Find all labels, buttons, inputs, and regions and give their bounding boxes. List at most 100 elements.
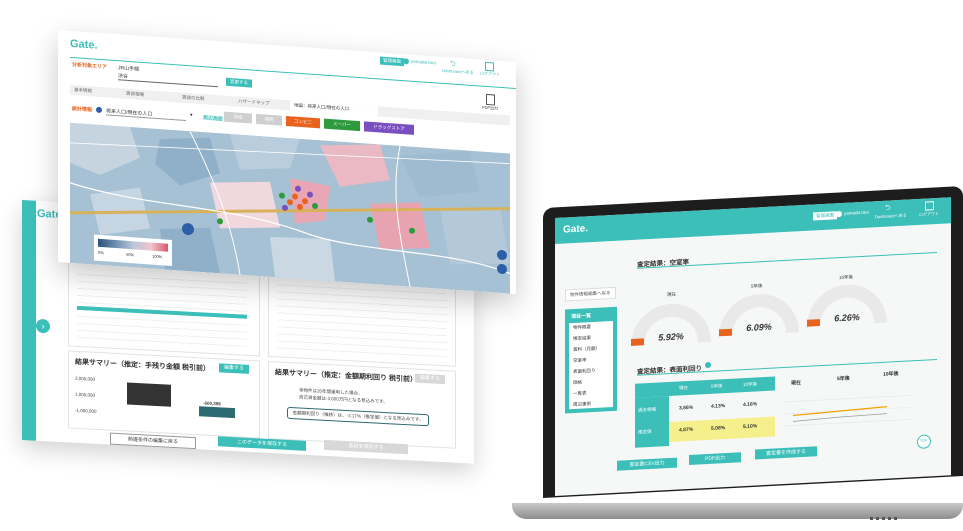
gauge-label-now: 現在 <box>667 291 676 298</box>
chart-col-now: 現在 <box>791 380 802 387</box>
chart-col-10y: 10年後 <box>883 370 899 378</box>
scroll-top-button[interactable]: TOP <box>917 434 931 450</box>
summary-bar-label: -600,398 <box>203 400 221 407</box>
tab-map-population[interactable]: 地図：将来人口/現在の人口 <box>290 100 378 117</box>
export-csv-button[interactable]: 査定書CSV出力 <box>617 457 677 471</box>
yield-row-estimate-label: 推定値 <box>638 428 652 435</box>
gauge-vacancy-10y: 6.26% <box>807 282 887 327</box>
area-label: 分析対象エリア <box>72 61 108 71</box>
tab-basic[interactable]: 基本情報 <box>70 85 124 99</box>
user-name[interactable]: yamada taro <box>411 59 436 66</box>
legend-mid: 50% <box>126 251 135 258</box>
sidebar-title: 項目一覧 <box>571 313 592 321</box>
legend-gradient <box>98 238 168 252</box>
yield-table: 現在 5年後 10年後 過去相場 3.86% 4.13% 4.16% 推定値 4… <box>635 376 775 448</box>
sidebar-item-table[interactable]: 一覧表 <box>573 390 587 397</box>
admin-badge[interactable]: 管理画面 <box>380 56 404 67</box>
sidebar-item-estimate[interactable]: 推定結果 <box>573 335 591 342</box>
logout-link[interactable]: ログアウト <box>480 71 500 78</box>
sidebar-item-cases[interactable]: 周辺事例 <box>573 401 591 408</box>
sidebar-item-rent[interactable]: 賃料（月額） <box>573 346 600 353</box>
yield-past-10y: 4.16% <box>743 401 758 409</box>
sidebar-toggle-icon[interactable]: › <box>36 318 50 334</box>
laptop-screen: Gate. 管理画面 yamada taro ⮌ Dashboardへ戻る ログ… <box>555 197 951 496</box>
sidebar-list: 物件概要 推定結果 賃料（月額） 空室率 表面利回り 価格 一覧表 周辺事例 <box>569 320 613 410</box>
pdf-label[interactable]: PDF出力 <box>482 105 498 112</box>
sidebar-item-yield[interactable]: 表面利回り <box>573 368 596 375</box>
facility-label: 周辺施設 <box>203 115 224 123</box>
pdf-icon[interactable] <box>486 93 495 106</box>
chip-drugstore[interactable]: ドラッグストア <box>364 121 414 135</box>
chevron-down-icon[interactable]: ▾ <box>190 112 193 118</box>
sidebar-item-overview[interactable]: 物件概要 <box>573 324 591 331</box>
sidebar: 項目一覧 物件概要 推定結果 賃料（月額） 空室率 表面利回り 価格 一覧表 周… <box>565 306 617 414</box>
yield-estimate-10y: 5.10% <box>743 423 758 431</box>
yield-col-10y: 10年後 <box>743 381 758 388</box>
chart-col-5y: 5年後 <box>837 375 850 383</box>
tab-rent-market[interactable]: 賃貸相場 <box>122 88 176 102</box>
summary-yield-box: 金額期利回り（推移）は、-3.17%（推定値）となる見込みです。 <box>287 406 429 427</box>
summary-yield-text-2: 自己資金額は-3,600万円となる見込みです。 <box>299 394 388 405</box>
chip-hospital[interactable]: 病院 <box>256 113 282 126</box>
tab-rent-compare[interactable]: 賃貸の比較 <box>178 92 232 106</box>
yield-line-chart <box>783 394 913 427</box>
summary-yield-title: 結果サマリー（推定：金額期利回り 税引前） <box>275 369 417 384</box>
yield-row-header-col <box>635 396 669 448</box>
brand-logo: Gate. <box>70 37 98 52</box>
map-legend: 0% 50% 100% <box>94 234 172 266</box>
yield-past-now: 3.86% <box>679 404 694 412</box>
summary-bar-negative <box>199 406 235 419</box>
back-to-edit-link[interactable]: 物件情報編集へ戻る <box>565 286 616 302</box>
yield-past-5y: 4.13% <box>711 403 726 410</box>
sidebar-strip <box>22 200 36 441</box>
sidebar-item-vacancy[interactable]: 空室率 <box>573 357 587 364</box>
laptop-vents <box>870 517 900 520</box>
estimate-line <box>792 406 888 417</box>
dashboard-link[interactable]: Dashboardへ戻る <box>442 68 474 76</box>
cashflow-rows <box>277 278 447 360</box>
change-area-button[interactable]: 変更する <box>226 77 252 88</box>
summary-cash-title: 結果サマリー（推定：手残り金額 税引前） <box>75 358 210 373</box>
chip-supermarket[interactable]: スーパー <box>324 118 360 132</box>
summary-cash-edit-button[interactable]: 編集する <box>219 363 249 374</box>
y-tick-mid: 1,000,000 <box>75 391 96 398</box>
user-icon <box>836 210 842 218</box>
summary-cash-panel: 結果サマリー（推定：手残り金額 税引前） 編集する 3,000,000 1,00… <box>68 350 260 439</box>
admin-badge[interactable]: 管理画面 <box>813 211 837 221</box>
user-name[interactable]: yamada taro <box>844 210 869 216</box>
area-underline <box>118 79 218 88</box>
chip-school[interactable]: 学校 <box>224 111 252 124</box>
sidebar-item-price[interactable]: 価格 <box>573 380 582 386</box>
info-icon <box>705 361 711 369</box>
y-tick-low: -1,000,000 <box>75 407 97 414</box>
info-icon <box>96 106 102 114</box>
y-tick-top: 3,000,000 <box>75 375 96 382</box>
yield-estimate-now: 4.87% <box>679 426 694 434</box>
summary-bar-positive <box>127 382 171 407</box>
stat-label: 統計情報 <box>72 105 93 114</box>
chip-convenience[interactable]: コンビニ <box>286 115 320 129</box>
gauge-label-5y: 5年後 <box>751 283 763 289</box>
stat-select[interactable]: 将来人口/現在の人口 <box>106 107 186 121</box>
dashboard-link[interactable]: Dashboardへ戻る <box>875 213 907 221</box>
back-to-edit-button[interactable]: 前提条件の編集に戻る <box>110 432 196 450</box>
legend-min: 0% <box>98 249 104 256</box>
export-pdf-button[interactable]: PDF出力 <box>689 452 741 465</box>
past-line <box>792 413 888 422</box>
scroll-top-label: TOP <box>920 438 928 443</box>
user-icon <box>403 58 409 65</box>
logout-link[interactable]: ログアウト <box>919 211 939 218</box>
create-report-button[interactable]: 査定書を作成する <box>755 446 817 460</box>
grid-line <box>783 394 913 403</box>
gauge-vacancy-5y: 6.09% <box>719 292 799 337</box>
property-info-panel <box>68 260 260 357</box>
summary-yield-edit-button[interactable]: 編集する <box>415 373 445 385</box>
area-line: JR山手線 <box>118 65 140 73</box>
gauge-vacancy-now: 5.92% <box>631 301 711 347</box>
brand-logo: Gate. <box>563 223 589 236</box>
legend-max: 100% <box>152 253 163 260</box>
yield-col-5y: 5年後 <box>711 383 723 389</box>
yield-col-now: 現在 <box>679 385 688 391</box>
logout-icon[interactable] <box>925 201 934 211</box>
tab-hazard[interactable]: ハザードマップ <box>234 96 292 110</box>
